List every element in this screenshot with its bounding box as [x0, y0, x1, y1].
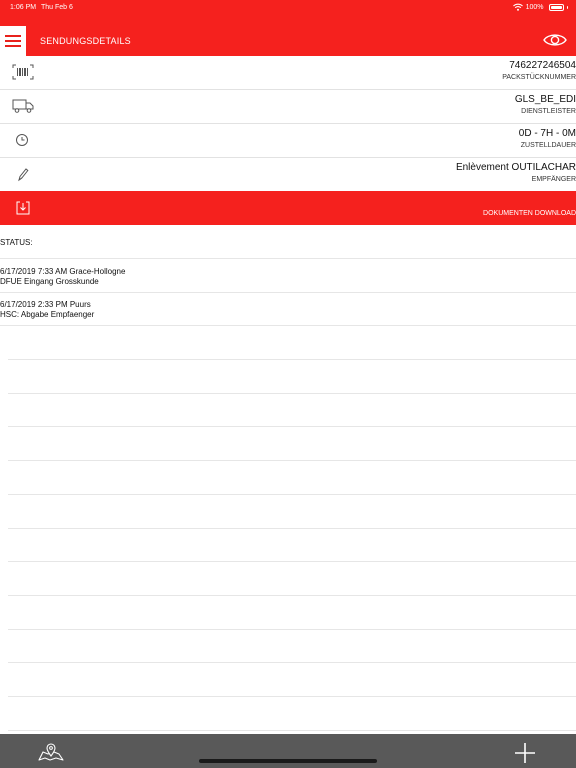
download-icon — [16, 201, 30, 215]
hamburger-icon-bar — [5, 35, 21, 37]
divider — [8, 595, 576, 596]
delivery-duration-label: ZUSTELLDAUER — [520, 142, 576, 149]
divider — [8, 662, 576, 663]
plus-icon[interactable] — [514, 742, 536, 764]
documents-download-button[interactable]: DOKUMENTEN DOWNLOAD — [0, 191, 576, 225]
hamburger-icon-bar — [5, 45, 21, 47]
status-entry-line1: 6/17/2019 7:33 AM Grace-Hollogne — [0, 267, 126, 276]
eye-icon[interactable] — [543, 32, 567, 48]
divider — [8, 730, 576, 731]
divider — [8, 494, 576, 495]
divider — [8, 460, 576, 461]
status-time: 1:06 PM — [10, 4, 37, 11]
divider — [8, 696, 576, 697]
battery-icon — [548, 3, 564, 11]
hamburger-icon-bar — [5, 40, 21, 42]
divider — [8, 528, 576, 529]
divider — [0, 258, 576, 259]
divider — [8, 393, 576, 394]
truck-icon — [12, 99, 34, 113]
detail-row-delivery-duration: 0D - 7H - 0M ZUSTELLDAUER — [0, 124, 576, 158]
map-icon[interactable] — [38, 740, 64, 762]
divider — [8, 629, 576, 630]
recipient-label: EMPFÄNGER — [531, 176, 576, 183]
list-item: 6/17/2019 7:33 AM Grace-Hollogne DFUE Ei… — [0, 267, 576, 287]
documents-download-label: DOKUMENTEN DOWNLOAD — [483, 210, 576, 217]
package-number-label: PACKSTÜCKNUMMER — [502, 74, 576, 81]
status-date: Thu Feb 6 — [41, 4, 73, 11]
status-entry-line1: 6/17/2019 2:33 PM Puurs — [0, 300, 91, 309]
detail-row-recipient: Enlèvement OUTILACHAR EMPFÄNGER — [0, 158, 576, 192]
detail-row-service-provider: GLS_BE_EDI DIENSTLEISTER — [0, 90, 576, 124]
status-entry-line2: DFUE Eingang Grosskunde — [0, 277, 99, 286]
home-indicator[interactable] — [199, 759, 377, 763]
page-title: SENDUNGSDETAILS — [40, 36, 131, 46]
menu-button[interactable] — [0, 26, 26, 56]
battery-nub — [566, 5, 568, 9]
status-entry-line2: HSC: Abgabe Empfaenger — [0, 310, 95, 319]
status-bar: 1:06 PM Thu Feb 6 100% — [0, 0, 576, 20]
wifi-icon — [512, 3, 523, 11]
service-provider-label: DIENSTLEISTER — [521, 108, 576, 115]
battery-percent: 100% — [525, 3, 544, 11]
divider — [0, 325, 576, 326]
status-indicators: 100% — [512, 3, 568, 11]
detail-row-package-number: 746227246504 PACKSTÜCKNUMMER — [0, 56, 576, 90]
list-item: 6/17/2019 2:33 PM Puurs HSC: Abgabe Empf… — [0, 300, 576, 320]
divider — [8, 359, 576, 360]
status-heading: STATUS: — [0, 238, 33, 247]
divider — [8, 561, 576, 562]
delivery-duration-value: 0D - 7H - 0M — [518, 128, 576, 139]
pencil-icon — [18, 168, 29, 182]
service-provider-value: GLS_BE_EDI — [514, 94, 576, 105]
divider — [0, 292, 576, 293]
recipient-value: Enlèvement OUTILACHAR — [455, 162, 576, 173]
barcode-icon — [12, 64, 34, 80]
nav-bar: SENDUNGSDETAILS — [0, 20, 576, 56]
clock-icon — [16, 134, 28, 146]
divider — [8, 426, 576, 427]
package-number-value: 746227246504 — [509, 60, 576, 71]
